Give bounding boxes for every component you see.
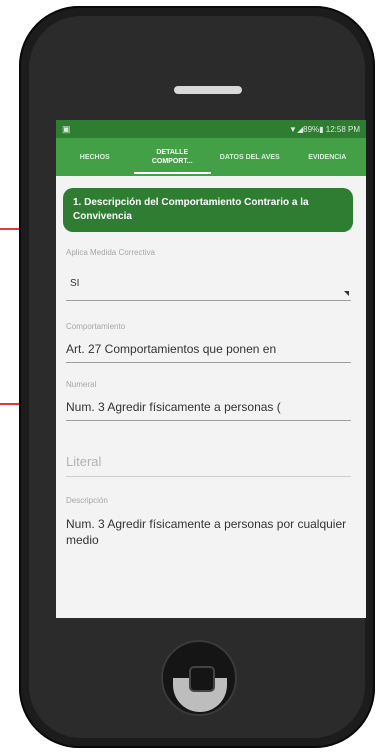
app-screen: ▣ ▼◢89%▮ 12:58 PM HECHOS DETALLE COMPORT…	[56, 120, 366, 618]
home-square-icon	[189, 666, 215, 692]
notification-icon: ▣	[62, 123, 71, 134]
medida-value: SI	[70, 278, 80, 289]
literal-placeholder: Literal	[66, 454, 102, 469]
literal-input[interactable]: Literal	[66, 454, 351, 477]
comportamiento-value: Art. 27 Comportamientos que ponen en	[66, 342, 277, 356]
status-indicators: ▼◢89%▮ 12:58 PM	[289, 124, 360, 134]
tab-bar: HECHOS DETALLE COMPORT... DATOS DEL AVES…	[56, 138, 366, 176]
comportamiento-label: Comportamiento	[66, 322, 126, 331]
comportamiento-input[interactable]: Art. 27 Comportamientos que ponen en	[66, 342, 351, 363]
descripcion-text[interactable]: Num. 3 Agredir físicamente a personas po…	[66, 516, 351, 548]
descripcion-field: Descripción	[66, 496, 351, 505]
medida-label: Aplica Medida Correctiva	[66, 248, 155, 257]
numeral-field: Numeral	[66, 380, 351, 389]
section-header: 1. Descripción del Comportamiento Contra…	[63, 188, 353, 232]
tab-detalle-comportamiento[interactable]: DETALLE COMPORT...	[133, 148, 211, 174]
numeral-input[interactable]: Num. 3 Agredir físicamente a personas (	[66, 400, 351, 421]
status-bar: ▣ ▼◢89%▮ 12:58 PM	[56, 120, 366, 138]
dropdown-arrow-icon	[344, 291, 349, 296]
speaker-grille	[174, 86, 242, 94]
descripcion-value: Num. 3 Agredir físicamente a personas po…	[66, 517, 347, 547]
numeral-value: Num. 3 Agredir físicamente a personas (	[66, 400, 281, 414]
tab-datos[interactable]: DATOS DEL AVES	[211, 153, 289, 162]
medida-field: Aplica Medida Correctiva	[66, 248, 351, 257]
comportamiento-field: Comportamiento	[66, 322, 351, 331]
tab-evidencia[interactable]: EVIDENCIA	[289, 153, 367, 162]
numeral-label: Numeral	[66, 380, 97, 389]
descripcion-label: Descripción	[66, 496, 108, 505]
home-button[interactable]	[161, 640, 237, 716]
tab-hechos[interactable]: HECHOS	[56, 153, 134, 162]
medida-dropdown[interactable]: SI	[66, 278, 351, 301]
